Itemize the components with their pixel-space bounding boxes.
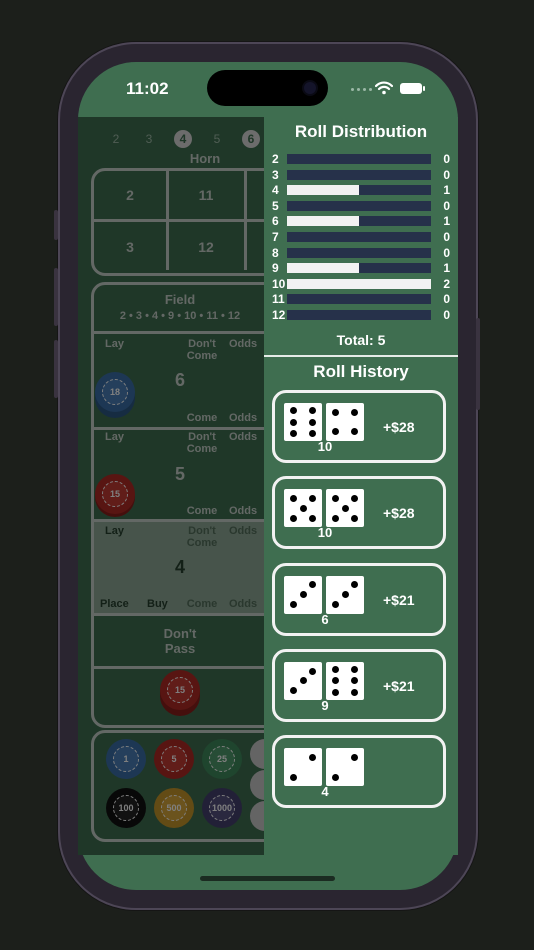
die-face-2-icon (284, 748, 322, 787)
distribution-row-count: 0 (443, 198, 450, 213)
distribution-row: 70 (264, 230, 458, 244)
die-face-4-icon (326, 403, 364, 441)
distribution-row: 30 (264, 167, 458, 182)
distribution-bar-track (287, 200, 431, 211)
die-face-5-icon (326, 489, 364, 528)
distribution-row-count: 0 (443, 230, 450, 244)
distribution-row: 50 (264, 198, 458, 213)
die-face-5-icon (284, 489, 322, 528)
distribution-row-count: 0 (443, 245, 450, 260)
distribution-row: 80 (264, 245, 458, 260)
battery-icon (400, 83, 425, 94)
distribution-row-count: 2 (443, 276, 450, 291)
volume-up-button (54, 268, 58, 326)
distribution-bar-track (287, 310, 431, 320)
roll-distribution-title: Roll Distribution (294, 122, 428, 141)
die-face-2-icon (326, 748, 364, 787)
volume-down-button (54, 340, 58, 398)
roll-sum: 10 (317, 525, 333, 541)
table-dim-overlay[interactable] (78, 117, 264, 855)
die-face-3-icon (326, 575, 364, 614)
distribution-row: 20 (264, 152, 458, 166)
roll-total: Total: 5 (336, 332, 386, 348)
roll-winnings: +$28 (383, 419, 415, 435)
camera-icon (304, 82, 316, 94)
home-indicator[interactable] (200, 876, 335, 881)
distribution-row: 61 (264, 214, 458, 229)
mute-switch (54, 210, 58, 240)
distribution-bar (287, 185, 359, 196)
distribution-bar-track (287, 216, 431, 227)
distribution-row-count: 0 (443, 292, 450, 307)
roll-sum: 4 (321, 784, 329, 800)
distribution-bar-track (287, 185, 431, 196)
distribution-bar-track (287, 154, 431, 164)
die-face-6-icon (284, 403, 322, 441)
roll-winnings: +$21 (383, 677, 415, 694)
distribution-row-count: 0 (443, 167, 450, 182)
distribution-row-count: 1 (443, 214, 450, 229)
distribution-row-count: 1 (443, 261, 450, 276)
distribution-bar-track (287, 294, 431, 305)
panel-divider (264, 355, 458, 357)
roll-history-card[interactable]: 4 (272, 735, 446, 809)
die-face-3-icon (284, 575, 322, 614)
roll-winnings: +$21 (383, 591, 415, 608)
distribution-bar-track (287, 263, 431, 274)
distribution-row: 11 0 (264, 292, 458, 307)
roll-winnings: +$28 (383, 505, 415, 522)
roll-sum: 9 (321, 697, 329, 713)
distribution-row: 41 (264, 183, 458, 198)
wifi-icon (375, 81, 393, 95)
roll-history-title: Roll History (313, 362, 409, 381)
distribution-row-count: 0 (443, 308, 450, 322)
roll-sum: 6 (321, 611, 329, 627)
distribution-bar (287, 278, 431, 289)
distribution-bar-track (287, 278, 431, 289)
dynamic-island (207, 70, 328, 106)
die-face-3-icon (284, 661, 322, 700)
cellular-signal-icon (351, 88, 372, 91)
distribution-row: 12 0 (264, 308, 458, 322)
distribution-row-count: 0 (443, 152, 450, 166)
distribution-row: 10 2 (264, 276, 458, 291)
distribution-bar-track (287, 169, 431, 180)
die-face-6-icon (326, 661, 364, 700)
roll-history-card[interactable]: 6 +$21 (272, 562, 446, 636)
roll-sum: 10 (317, 439, 333, 454)
distribution-row: 91 (264, 261, 458, 276)
roll-history-card[interactable]: 10 +$28 (272, 476, 446, 550)
side-button (476, 318, 480, 410)
roll-history-card[interactable]: 10 +$28 (272, 390, 446, 463)
status-time: 11:02 (126, 79, 169, 98)
roll-history-card[interactable]: 9 +$21 (272, 648, 446, 722)
distribution-bar (287, 263, 359, 274)
distribution-bar-track (287, 232, 431, 242)
distribution-bar-track (287, 247, 431, 258)
distribution-bar (287, 216, 359, 227)
distribution-row-count: 1 (443, 183, 450, 198)
